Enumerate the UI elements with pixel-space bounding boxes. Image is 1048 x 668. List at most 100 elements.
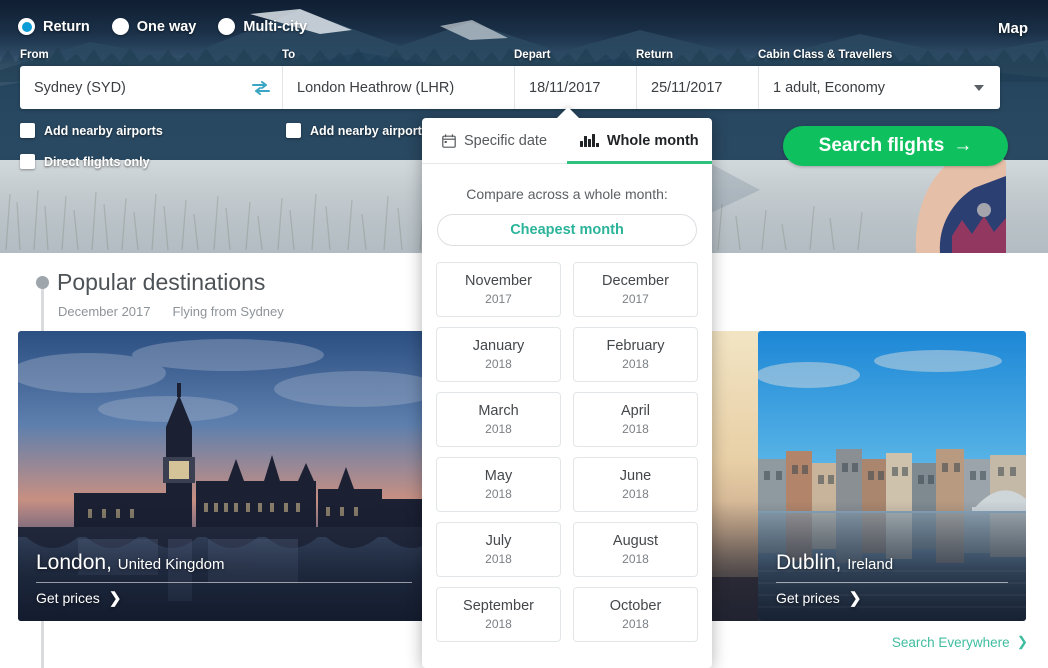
- popular-month: December 2017: [58, 304, 151, 319]
- skyscanner-flight-search-page: Return One way Multi-city Map From To De…: [0, 0, 1048, 668]
- cabin-travellers-value: 1 adult, Economy: [773, 79, 886, 96]
- trip-type-one-way[interactable]: One way: [111, 18, 196, 35]
- month-year: 2018: [485, 357, 512, 371]
- page-title: Popular destinations: [57, 269, 266, 295]
- card-divider: [36, 582, 412, 583]
- search-everywhere-label: Search Everywhere: [891, 634, 1010, 650]
- city-name: London,: [36, 551, 112, 574]
- cabin-travellers-select[interactable]: 1 adult, Economy: [758, 66, 1000, 109]
- depart-date-input[interactable]: 18/11/2017: [514, 66, 636, 109]
- checkbox-label: Add nearby airports: [310, 123, 429, 138]
- checkbox-label: Add nearby airports: [44, 123, 163, 138]
- month-name: October: [609, 598, 662, 614]
- label-cabin: Cabin Class & Travellers: [758, 49, 893, 61]
- checkbox-direct-flights-only[interactable]: Direct flights only: [20, 154, 150, 169]
- month-name: April: [620, 403, 650, 419]
- month-year: 2018: [622, 552, 649, 566]
- month-year: 2018: [485, 552, 512, 566]
- month-grid: November 2017 December 2017 January 2018…: [436, 262, 698, 642]
- tab-whole-month-label: Whole month: [606, 132, 699, 149]
- month-year: 2018: [622, 487, 649, 501]
- tab-whole-month[interactable]: Whole month: [567, 118, 712, 164]
- month-option[interactable]: March 2018: [436, 392, 561, 447]
- radio-multi-city-icon[interactable]: [218, 18, 236, 35]
- card-city-london: London, United Kingdom: [36, 551, 412, 575]
- month-year: 2018: [485, 617, 512, 631]
- return-date-value: 25/11/2017: [651, 79, 723, 96]
- month-option[interactable]: June 2018: [573, 457, 698, 512]
- month-name: January: [472, 338, 525, 354]
- month-name: February: [606, 338, 665, 354]
- depart-date-value: 18/11/2017: [529, 79, 601, 96]
- label-from: From: [20, 49, 49, 61]
- month-option[interactable]: August 2018: [573, 522, 698, 577]
- month-option[interactable]: September 2018: [436, 587, 561, 642]
- month-option[interactable]: January 2018: [436, 327, 561, 382]
- label-depart: Depart: [514, 49, 551, 61]
- month-name: November: [465, 273, 532, 289]
- radio-one-way-icon[interactable]: [111, 18, 129, 35]
- checkbox-label: Direct flights only: [44, 154, 150, 169]
- destination-value: London Heathrow (LHR): [297, 79, 455, 96]
- month-option[interactable]: October 2018: [573, 587, 698, 642]
- checkbox-icon[interactable]: [20, 154, 35, 169]
- date-selection-panel: Specific date Whole month Compare across…: [422, 118, 712, 668]
- month-option[interactable]: July 2018: [436, 522, 561, 577]
- search-everywhere-link[interactable]: Search Everywhere ❯: [892, 634, 1028, 650]
- checkbox-add-nearby-airports-destination[interactable]: Add nearby airports: [286, 123, 429, 138]
- month-year: 2018: [622, 617, 649, 631]
- tab-specific-date[interactable]: Specific date: [422, 118, 567, 163]
- map-link[interactable]: Map: [998, 20, 1028, 37]
- get-prices-link-london[interactable]: Get prices ❯: [36, 589, 412, 607]
- month-option[interactable]: November 2017: [436, 262, 561, 317]
- card-content: Dublin, Ireland Get prices ❯: [776, 551, 1008, 607]
- month-year: 2018: [485, 487, 512, 501]
- chevron-right-icon: ❯: [848, 590, 862, 607]
- checkbox-icon[interactable]: [20, 123, 35, 138]
- month-name: July: [485, 533, 512, 549]
- radio-return-icon[interactable]: [18, 18, 35, 35]
- chevron-right-icon: ❯: [108, 590, 122, 607]
- month-option[interactable]: February 2018: [573, 327, 698, 382]
- month-year: 2017: [485, 292, 512, 306]
- trip-type-return-label: Return: [43, 18, 90, 35]
- month-option[interactable]: May 2018: [436, 457, 561, 512]
- month-name: June: [619, 468, 652, 484]
- swap-airports-icon[interactable]: [252, 80, 270, 95]
- chevron-right-icon: ❯: [1016, 634, 1028, 649]
- destination-card-dublin[interactable]: Dublin, Ireland Get prices ❯: [758, 331, 1026, 621]
- panel-tab-bar: Specific date Whole month: [422, 118, 712, 164]
- trip-type-return[interactable]: Return: [18, 18, 90, 35]
- city-name: Dublin,: [776, 551, 842, 574]
- month-name: August: [612, 533, 659, 549]
- search-flights-button[interactable]: Search flights →: [783, 126, 1008, 166]
- trip-type-multi-city[interactable]: Multi-city: [218, 18, 307, 35]
- search-inputs-row: Sydney (SYD) London Heathrow (LHR) 18/11…: [20, 66, 1000, 109]
- checkbox-add-nearby-airports-origin[interactable]: Add nearby airports: [20, 123, 163, 138]
- bar-chart-icon: [580, 134, 599, 147]
- country-name: Ireland: [847, 556, 894, 573]
- cheapest-month-button[interactable]: Cheapest month: [437, 214, 697, 246]
- card-city-dublin: Dublin, Ireland: [776, 551, 1008, 575]
- field-label-row: From To Depart Return Cabin Class & Trav…: [0, 49, 1048, 63]
- month-name: September: [463, 598, 534, 614]
- destination-card-london[interactable]: London, United Kingdom Get prices ❯: [18, 331, 430, 621]
- search-flights-label: Search flights: [818, 135, 945, 156]
- origin-input[interactable]: Sydney (SYD): [20, 66, 282, 109]
- month-option[interactable]: December 2017: [573, 262, 698, 317]
- destination-input[interactable]: London Heathrow (LHR): [282, 66, 514, 109]
- popular-origin: Flying from Sydney: [172, 304, 284, 319]
- card-divider: [776, 582, 1008, 583]
- cheapest-month-label: Cheapest month: [510, 222, 624, 238]
- month-year: 2018: [485, 422, 512, 436]
- panel-subtitle: Compare across a whole month:: [466, 186, 668, 202]
- tab-specific-date-label: Specific date: [463, 132, 548, 149]
- country-name: United Kingdom: [117, 556, 225, 573]
- month-option[interactable]: April 2018: [573, 392, 698, 447]
- checkbox-icon[interactable]: [286, 123, 301, 138]
- timeline-dot-icon: [36, 276, 49, 289]
- get-prices-link-dublin[interactable]: Get prices ❯: [776, 589, 1008, 607]
- chevron-down-icon[interactable]: [974, 84, 984, 91]
- return-date-input[interactable]: 25/11/2017: [636, 66, 758, 109]
- month-name: March: [478, 403, 519, 419]
